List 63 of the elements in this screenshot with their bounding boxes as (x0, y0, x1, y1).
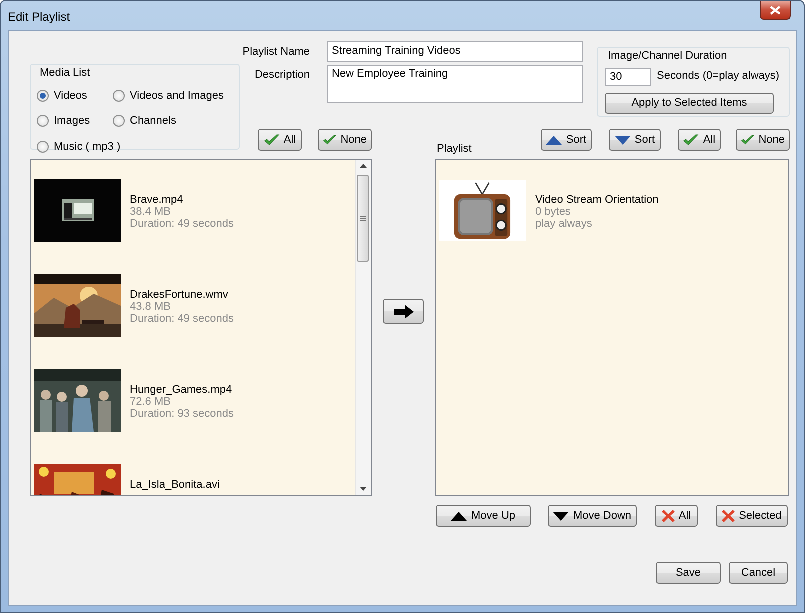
close-button[interactable] (760, 1, 791, 20)
arrow-right-icon (394, 304, 414, 318)
check-icon (683, 134, 700, 146)
select-button[interactable]: All (678, 129, 721, 151)
name-field[interactable]: Streaming Training Videos (327, 41, 583, 62)
triangle-down-icon (614, 136, 631, 144)
radio-label: Channels (130, 114, 176, 129)
radio-button[interactable] (37, 90, 49, 102)
sort-ascending-button[interactable]: Sort (541, 129, 592, 151)
radio-label: Images (54, 114, 90, 129)
remove-button[interactable]: All (655, 505, 698, 527)
radio-label: Music ( mp3 ) (54, 140, 121, 154)
duration-text: Duration: 49 seconds (130, 218, 234, 230)
file-size: 38.4 MB (130, 206, 172, 218)
triangle-down-icon (553, 512, 570, 520)
check-icon (323, 134, 337, 146)
radio-label: Videos and Images (130, 88, 224, 104)
save-button[interactable]: Save (656, 562, 721, 584)
check-icon (741, 134, 755, 146)
radio-button[interactable] (113, 90, 125, 102)
duration-text: Duration: 93 seconds (130, 408, 234, 420)
triangle-up-icon (546, 136, 562, 144)
grip-icon (360, 216, 366, 221)
triangle-up-icon (451, 512, 468, 520)
radio-label: Videos (54, 88, 88, 104)
unit-label: Seconds (0=play always) (657, 69, 780, 84)
file-size: 0 bytes (535, 206, 572, 218)
file-name: Video Stream Orientation (535, 194, 659, 206)
file-name: La_Isla_Bonita.avi (130, 479, 220, 491)
file-name: Hunger_Games.mp4 (130, 384, 234, 396)
radio-button[interactable] (37, 140, 49, 153)
select-all-button[interactable]: All (258, 129, 302, 151)
move-down-button[interactable]: Move Down (548, 505, 637, 527)
section-label: Playlist (437, 142, 472, 156)
move-up-button[interactable]: Move Up (436, 505, 531, 527)
apply-button[interactable]: Apply to Selected Items (605, 92, 774, 114)
field-label: Description (254, 68, 311, 82)
radio-button[interactable] (37, 115, 49, 128)
window-title: Edit Playlist (8, 9, 70, 26)
sort-descending-button[interactable]: Sort (609, 129, 661, 151)
duration-field[interactable]: 30 (605, 68, 651, 86)
radio-button[interactable] (113, 115, 125, 128)
add-button[interactable] (383, 299, 424, 324)
file-size: 43.8 MB (130, 301, 172, 313)
scroll-down-arrow (360, 487, 367, 491)
duration-text: Duration: 49 seconds (130, 313, 234, 325)
file-name: DrakesFortune.wmv (130, 289, 230, 301)
scroll-thumb[interactable] (357, 175, 370, 262)
check-icon (264, 134, 280, 146)
field-label: Playlist Name (242, 44, 311, 58)
cancel-button[interactable]: Cancel (729, 562, 788, 584)
remove-icon (662, 509, 675, 523)
file-size: 72.6 MB (130, 396, 172, 408)
remove-icon (722, 509, 736, 523)
select-button[interactable]: None (736, 129, 790, 151)
duration-text: play always (535, 218, 594, 230)
select-none-button[interactable]: None (318, 129, 372, 151)
description-field[interactable]: New Employee Training (327, 65, 583, 103)
file-name: Brave.mp4 (130, 194, 184, 206)
close-icon (770, 6, 781, 14)
remove-button[interactable]: Selected (716, 505, 788, 527)
tv-icon (439, 179, 526, 242)
scroll-up-arrow (360, 164, 367, 168)
